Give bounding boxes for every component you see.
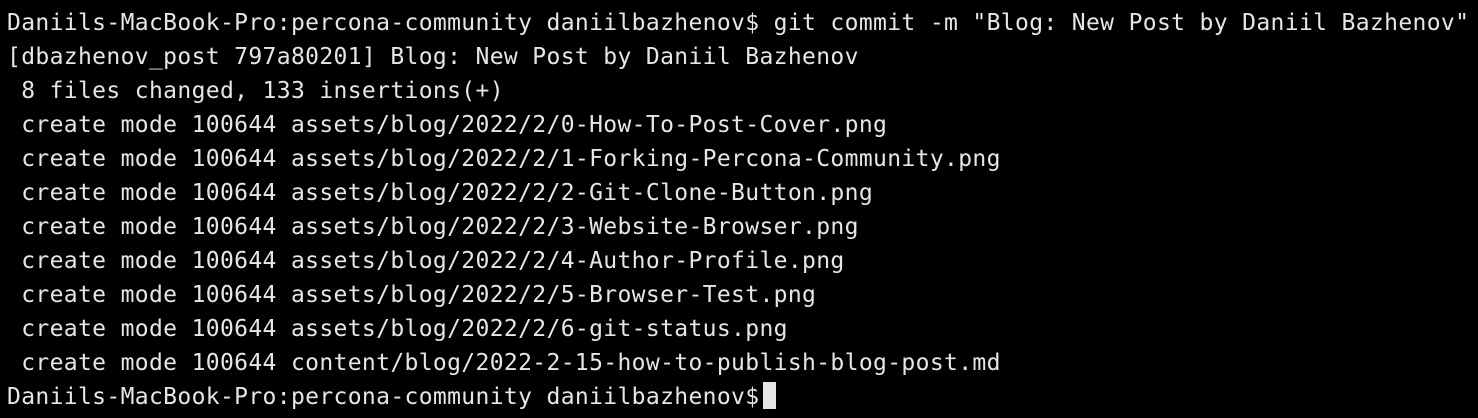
create-mode-line: create mode 100644 assets/blog/2022/2/6-… [7,316,788,342]
terminal-window[interactable]: Daniils-MacBook-Pro:percona-community da… [0,0,1478,418]
create-mode-line: create mode 100644 content/blog/2022-2-1… [7,350,1001,376]
commit-summary-line: [dbazhenov_post 797a80201] Blog: New Pos… [7,44,859,70]
prompt-line[interactable]: Daniils-MacBook-Pro:percona-community da… [7,380,1478,414]
create-mode-line: create mode 100644 assets/blog/2022/2/5-… [7,282,817,308]
files-changed-line: 8 files changed, 133 insertions(+) [7,78,504,104]
create-mode-line: create mode 100644 assets/blog/2022/2/4-… [7,248,845,274]
shell-prompt: Daniils-MacBook-Pro:percona-community da… [7,384,760,410]
create-mode-line: create mode 100644 assets/blog/2022/2/0-… [7,112,888,138]
create-mode-line: create mode 100644 assets/blog/2022/2/3-… [7,214,859,240]
create-mode-line: create mode 100644 assets/blog/2022/2/1-… [7,146,1001,172]
text-cursor [763,382,777,409]
command-line: Daniils-MacBook-Pro:percona-community da… [7,10,1470,36]
create-mode-line: create mode 100644 assets/blog/2022/2/2-… [7,180,874,206]
